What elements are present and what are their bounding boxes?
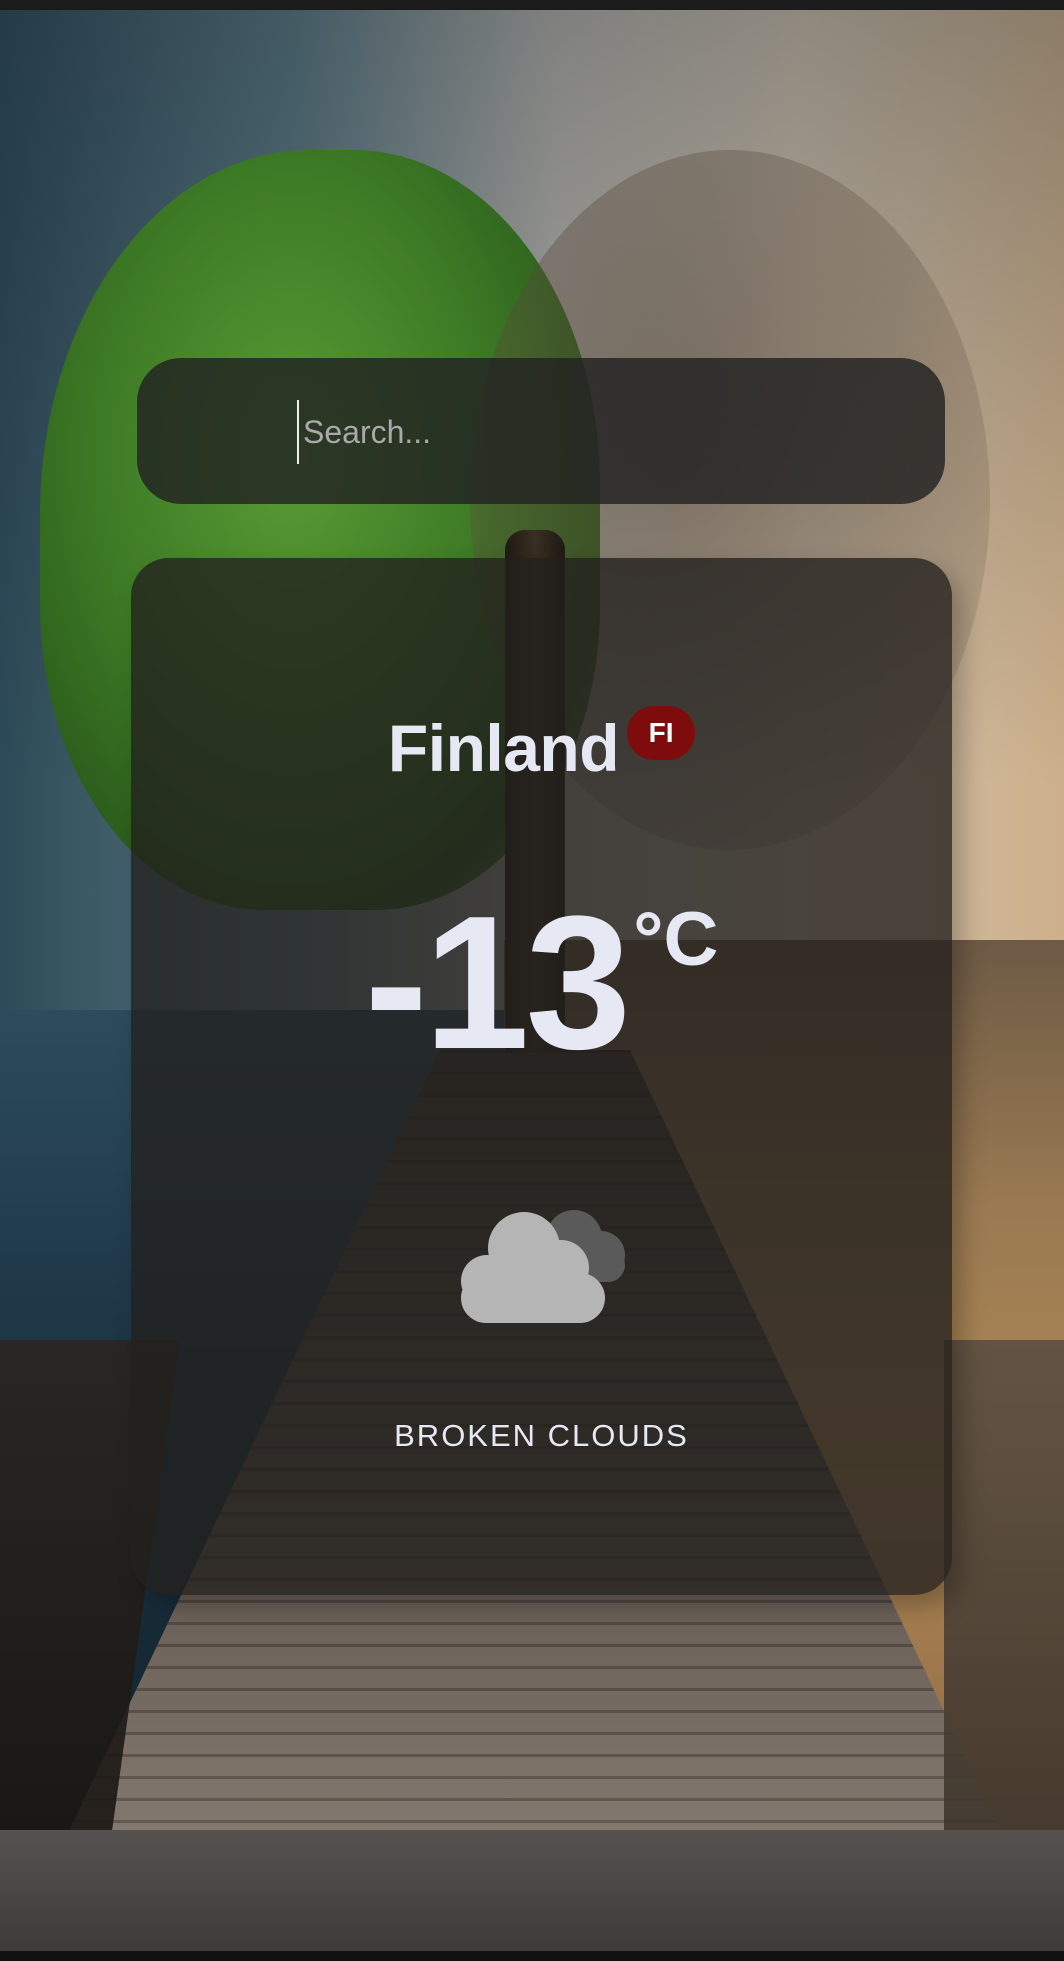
city-name: Finland	[387, 711, 620, 785]
temperature-unit: °C	[633, 897, 719, 982]
temperature-row: -13°C	[131, 877, 952, 1089]
country-badge: FI	[627, 706, 696, 760]
status-bar	[0, 0, 1064, 10]
location-row: Finland FI	[131, 706, 952, 800]
search-box	[137, 358, 945, 504]
weather-app-screen: FinlandFI -13°C BROKEN CLOUDS	[0, 0, 1064, 1961]
temperature-value: -13	[364, 877, 632, 1089]
search-input[interactable]	[297, 400, 905, 464]
weather-card: Finland FI -13°C BROKEN CLOUDS	[131, 558, 952, 1595]
navigation-bar	[0, 1951, 1064, 1961]
pier-rail-right	[944, 1340, 1064, 1840]
ground	[0, 1830, 1064, 1951]
broken-clouds-icon	[461, 1210, 625, 1323]
weather-description: BROKEN CLOUDS	[394, 1418, 689, 1453]
